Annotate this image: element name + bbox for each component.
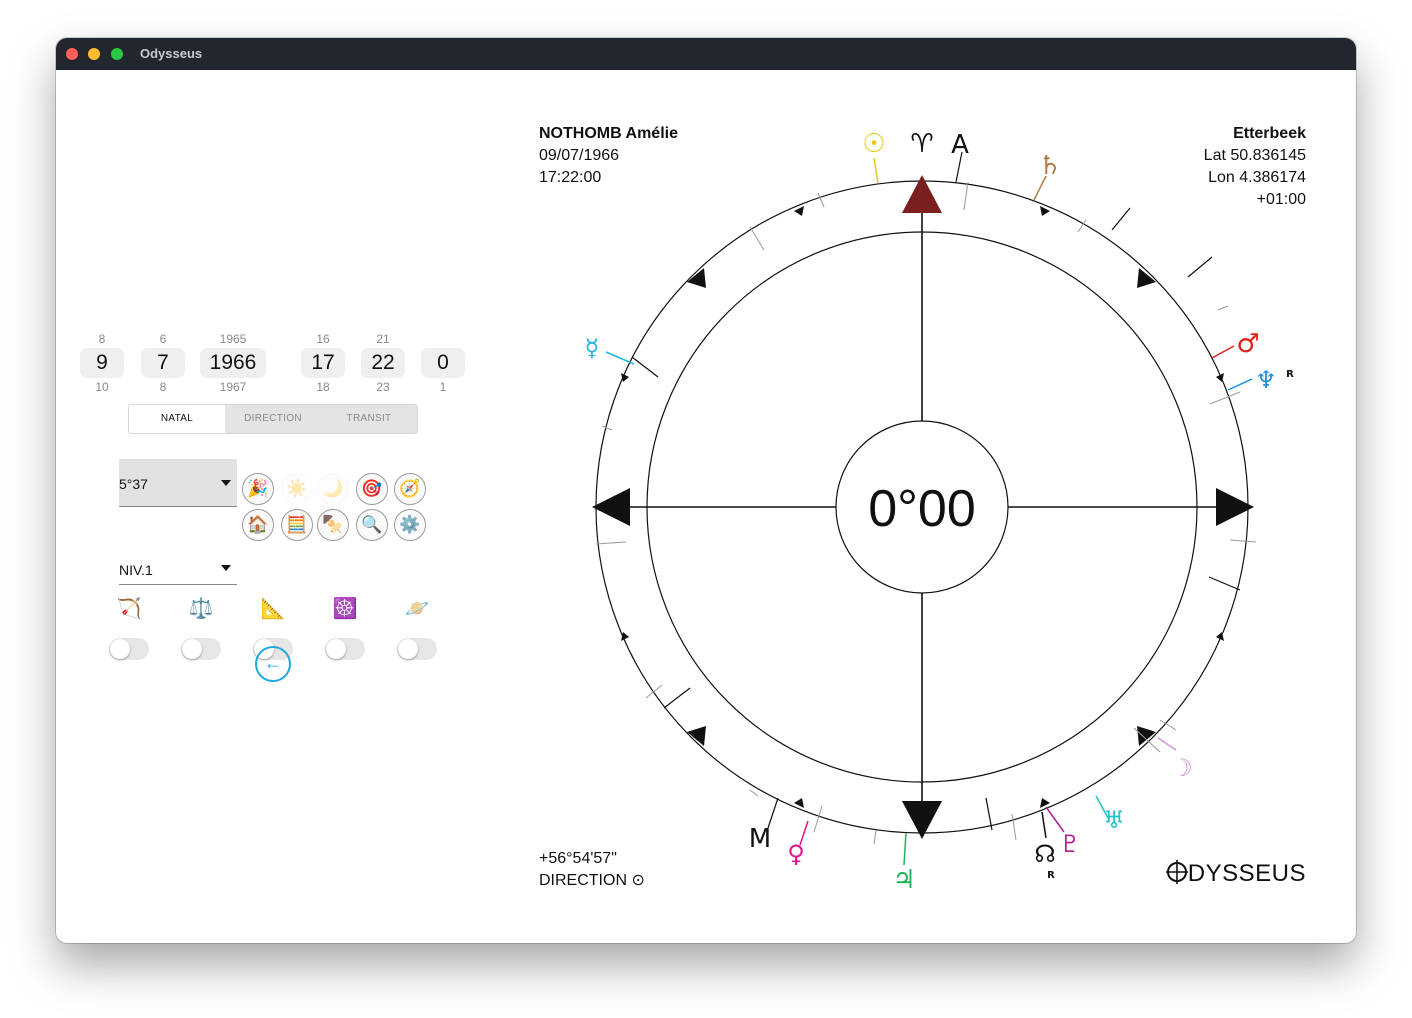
ring-arrow-small xyxy=(794,206,804,216)
mercury-leader xyxy=(605,351,635,365)
cusp-tick xyxy=(1187,256,1213,278)
ring-arrow-small xyxy=(621,373,629,382)
sun-glyph: ☉ xyxy=(862,129,885,159)
moon-leader xyxy=(1157,737,1177,751)
cusp-tick xyxy=(1208,576,1241,591)
cusp-tick xyxy=(631,356,659,378)
astro-wheel: 0°00 ♈ A M ☉ ♄ ♂ ♆ R ☽ ♅ ♇ ☊ R ♃ ♀ ☿ xyxy=(585,129,1295,895)
node-leader xyxy=(1041,811,1047,839)
cusp-tick xyxy=(663,687,691,709)
moon-glyph: ☽ xyxy=(1171,754,1193,782)
pluto-glyph: ♇ xyxy=(1059,830,1081,858)
saturn-glyph: ♄ xyxy=(1038,151,1061,181)
jupiter-glyph: ♃ xyxy=(892,865,915,895)
ring-arrow-small xyxy=(794,798,804,808)
node-glyph: ☊ xyxy=(1034,840,1055,868)
neptune-leader xyxy=(1227,378,1253,391)
pluto-leader xyxy=(1045,806,1065,833)
minimize-window-button[interactable] xyxy=(88,48,100,60)
venus-glyph: ♀ xyxy=(787,840,805,868)
node-retro: R xyxy=(1047,870,1055,881)
ic-arrow xyxy=(902,801,942,839)
sun-leader xyxy=(873,157,879,184)
mars-glyph: ♂ xyxy=(1236,329,1259,359)
mars-leader xyxy=(1211,345,1235,359)
app-window: Odysseus 8 9 10 6 7 8 1965 1966 1967 16 … xyxy=(56,38,1356,943)
window-title: Odysseus xyxy=(140,46,203,61)
mc-label: M xyxy=(749,824,771,854)
ring-arrow-small xyxy=(1040,206,1050,216)
cusp-tick xyxy=(985,797,993,831)
mercury-glyph: ☿ xyxy=(585,334,600,362)
ring-arrow-small xyxy=(1040,798,1050,808)
cusp-tick xyxy=(1111,207,1131,231)
zoom-window-button[interactable] xyxy=(111,48,123,60)
asc-arrow xyxy=(592,488,630,526)
ring-arrow-small xyxy=(621,632,629,641)
title-bar: Odysseus xyxy=(56,38,1356,70)
aries-glyph: ♈ xyxy=(910,129,933,159)
jupiter-leader xyxy=(903,832,907,866)
close-window-button[interactable] xyxy=(66,48,78,60)
main-content: 8 9 10 6 7 8 1965 1966 1967 16 17 18 21 … xyxy=(56,70,1356,943)
uranus-glyph: ♅ xyxy=(1103,806,1125,834)
neptune-retro: R xyxy=(1286,369,1294,380)
center-degree: 0°00 xyxy=(868,480,976,538)
neptune-glyph: ♆ xyxy=(1255,366,1277,394)
asc-label: A xyxy=(951,130,969,160)
mc-arrow xyxy=(902,175,942,213)
